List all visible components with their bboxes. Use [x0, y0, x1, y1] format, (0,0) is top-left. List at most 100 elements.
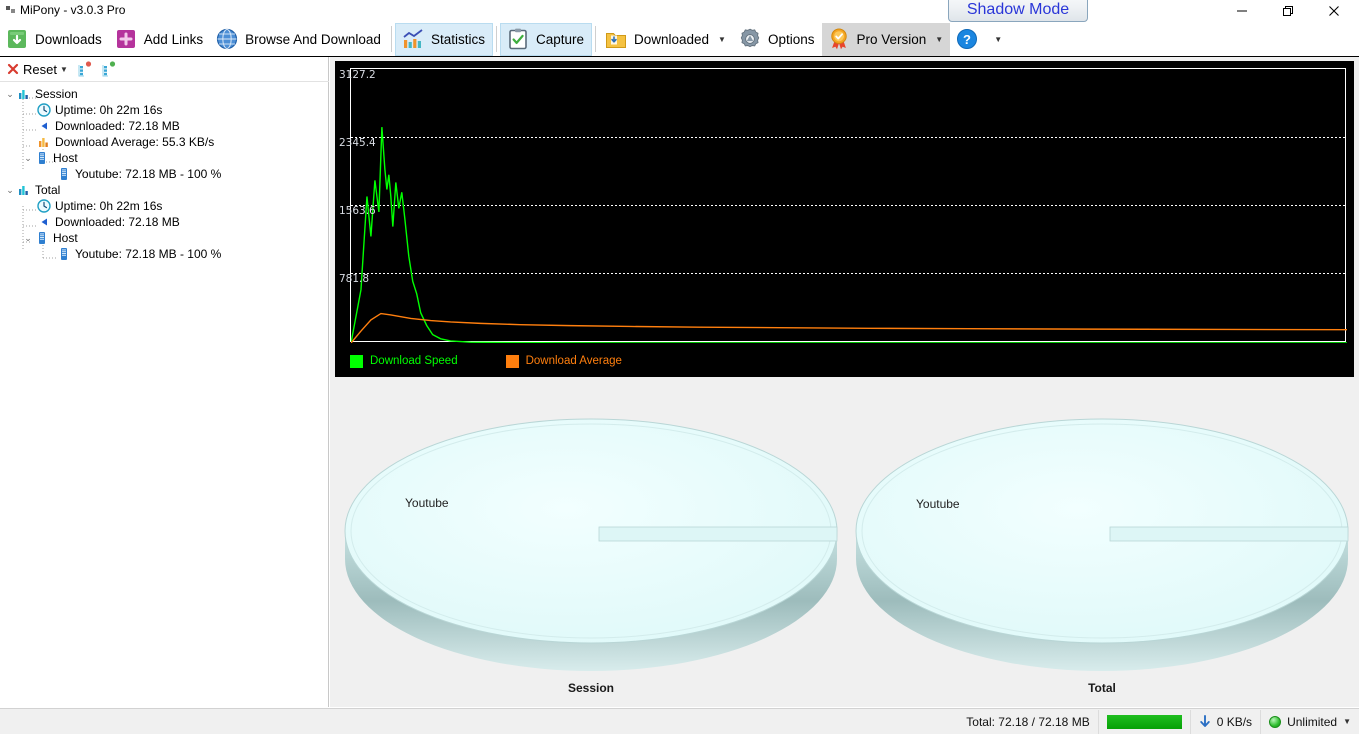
close-button[interactable] [1311, 0, 1357, 22]
toolbar-label: Statistics [430, 31, 485, 47]
toolbar-item-add-links[interactable]: Add Links [109, 23, 210, 56]
tree-expand-icon [102, 61, 115, 77]
close-icon [1329, 6, 1339, 16]
reset-button[interactable]: Reset ▼ [2, 61, 72, 78]
plus-icon [114, 27, 138, 51]
progress-bar-fill [1106, 714, 1182, 729]
y-tick-label: 781.8 [339, 273, 370, 285]
chevron-down-icon[interactable]: ▼ [718, 35, 726, 44]
host-distribution-charts: Youtube Session Youtube Total [335, 379, 1354, 705]
tree-node-session-host-youtube[interactable]: Youtube: 72.18 MB - 100 % [0, 166, 329, 182]
tree-node-label: Host [53, 231, 78, 245]
legend-label: Download Speed [370, 355, 458, 367]
progress-bar [1106, 714, 1182, 729]
award-icon [827, 27, 851, 51]
status-total-downloaded: Total: 72.18 / 72.18 MB [958, 709, 1099, 734]
toolbar-item-statistics[interactable]: Statistics [394, 22, 493, 56]
bar-chart-icon [16, 86, 32, 102]
toolbar-item-browse-and-download[interactable]: Browse And Download [210, 23, 388, 56]
tree-node-label: Uptime: 0h 22m 16s [55, 103, 163, 117]
tree-node-session[interactable]: ⌄ Session [0, 86, 329, 102]
arrow-left-icon [36, 214, 52, 230]
y-tick-label: 1563.6 [339, 205, 376, 217]
status-speed-label: 0 KB/s [1216, 714, 1253, 729]
maximize-button[interactable] [1265, 0, 1311, 22]
chart-series [351, 69, 1347, 343]
status-total-label: Total: 72.18 / 72.18 MB [966, 714, 1090, 729]
legend-swatch [505, 354, 519, 368]
toolbar-item-pro-version[interactable]: Pro Version ▼ [821, 22, 951, 56]
tree-collapse-icon [78, 61, 91, 77]
tree-node-total[interactable]: ⌄ Total [0, 182, 329, 198]
toolbar-item-downloads[interactable]: Downloads [0, 23, 109, 56]
tree-node-total-uptime[interactable]: Uptime: 0h 22m 16s [0, 198, 329, 214]
expander-icon[interactable]: ⌄ [22, 230, 34, 246]
expand-all-button[interactable] [98, 59, 120, 79]
help-icon: ? [955, 27, 979, 51]
server-icon [56, 166, 72, 182]
server-icon [56, 246, 72, 262]
restore-icon [1283, 6, 1293, 16]
clipboard-check-icon [506, 27, 530, 51]
app-icon [6, 6, 15, 13]
toolbar-item-options[interactable]: Options [733, 23, 822, 56]
statistics-sidebar: Reset ▼ ⌄ Session Uptime: 0h 22m 16s Dow… [0, 57, 329, 707]
session-host-pie: Youtube Session [337, 379, 845, 705]
pie-slice-label: Youtube [405, 496, 449, 510]
legend-item-download-speed: Download Speed [350, 354, 458, 368]
status-limit-label: Unlimited [1287, 714, 1338, 729]
legend-item-download-average: Download Average [505, 354, 622, 368]
chevron-down-icon[interactable]: ▼ [60, 65, 68, 74]
sidebar-toolbar: Reset ▼ [0, 57, 329, 82]
expander-icon[interactable]: ⌄ [4, 86, 16, 102]
pie-slice-label: Youtube [916, 497, 960, 511]
shadow-mode-label: Shadow Mode [966, 1, 1070, 18]
tree-node-session-host[interactable]: ⌄ Host [0, 150, 329, 166]
tree-node-label: Youtube: 72.18 MB - 100 % [75, 167, 222, 181]
status-speed-limit-selector[interactable]: Unlimited ▼ [1261, 710, 1359, 734]
chevron-down-icon[interactable]: ▼ [994, 35, 1002, 44]
tree-node-session-uptime[interactable]: Uptime: 0h 22m 16s [0, 102, 329, 118]
gear-icon [738, 27, 762, 51]
toolbar-item-downloaded[interactable]: Downloaded ▼ [599, 23, 733, 56]
minimize-button[interactable] [1219, 0, 1265, 22]
main-toolbar: Downloads Add Links Browse And Download … [0, 22, 1359, 57]
download-box-icon [5, 27, 29, 51]
speed-history-chart: 3127.2 2345.4 1563.6 781.8 Download Spee… [335, 61, 1354, 377]
server-icon [34, 150, 50, 166]
bar-chart-icon [16, 182, 32, 198]
chevron-down-icon[interactable]: ▼ [1343, 717, 1351, 726]
application-window: MiPony - v3.0.3 Pro Shadow Mode Download… [0, 0, 1359, 736]
toolbar-item-capture[interactable]: Capture [499, 22, 592, 56]
y-tick-label: 3127.2 [339, 69, 376, 81]
tree-node-total-host[interactable]: ⌄ Host [0, 230, 329, 246]
window-title: MiPony - v3.0.3 Pro [20, 3, 126, 17]
tree-node-total-downloaded[interactable]: Downloaded: 72.18 MB [0, 214, 329, 230]
chevron-down-icon[interactable]: ▼ [935, 35, 943, 44]
shadow-mode-button[interactable]: Shadow Mode [948, 0, 1088, 22]
tree-node-total-host-youtube[interactable]: Youtube: 72.18 MB - 100 % [0, 246, 329, 262]
tree-node-label: Youtube: 72.18 MB - 100 % [75, 247, 222, 261]
toolbar-label: Downloads [35, 31, 102, 47]
reset-label: Reset [23, 61, 57, 77]
total-host-pie: Youtube Total [848, 379, 1356, 705]
pie-chart-title: Total [1088, 681, 1116, 695]
tree-node-session-downloaded[interactable]: Downloaded: 72.18 MB [0, 118, 329, 134]
expander-icon[interactable]: ⌄ [4, 182, 16, 198]
session-pie-graphic [344, 418, 838, 671]
legend-label: Download Average [525, 355, 622, 367]
clock-icon [36, 102, 52, 118]
expander-icon[interactable]: ⌄ [22, 150, 34, 166]
download-arrow-icon [1199, 714, 1210, 727]
tree-node-label: Session [35, 87, 78, 101]
bars-orange-icon [36, 134, 52, 150]
collapse-all-button[interactable] [74, 59, 96, 79]
tree-node-session-download-average[interactable]: Download Average: 55.3 KB/s [0, 134, 329, 150]
folder-download-icon [604, 27, 628, 51]
y-tick-label: 2345.4 [339, 137, 376, 149]
status-bar: Total: 72.18 / 72.18 MB 0 KB/s Unlimited… [0, 708, 1359, 734]
toolbar-item-help[interactable]: ? ▼ [950, 23, 1009, 56]
bar-chart-icon [401, 27, 425, 51]
toolbar-label: Downloaded [633, 31, 710, 47]
toolbar-label: Capture [535, 31, 584, 47]
